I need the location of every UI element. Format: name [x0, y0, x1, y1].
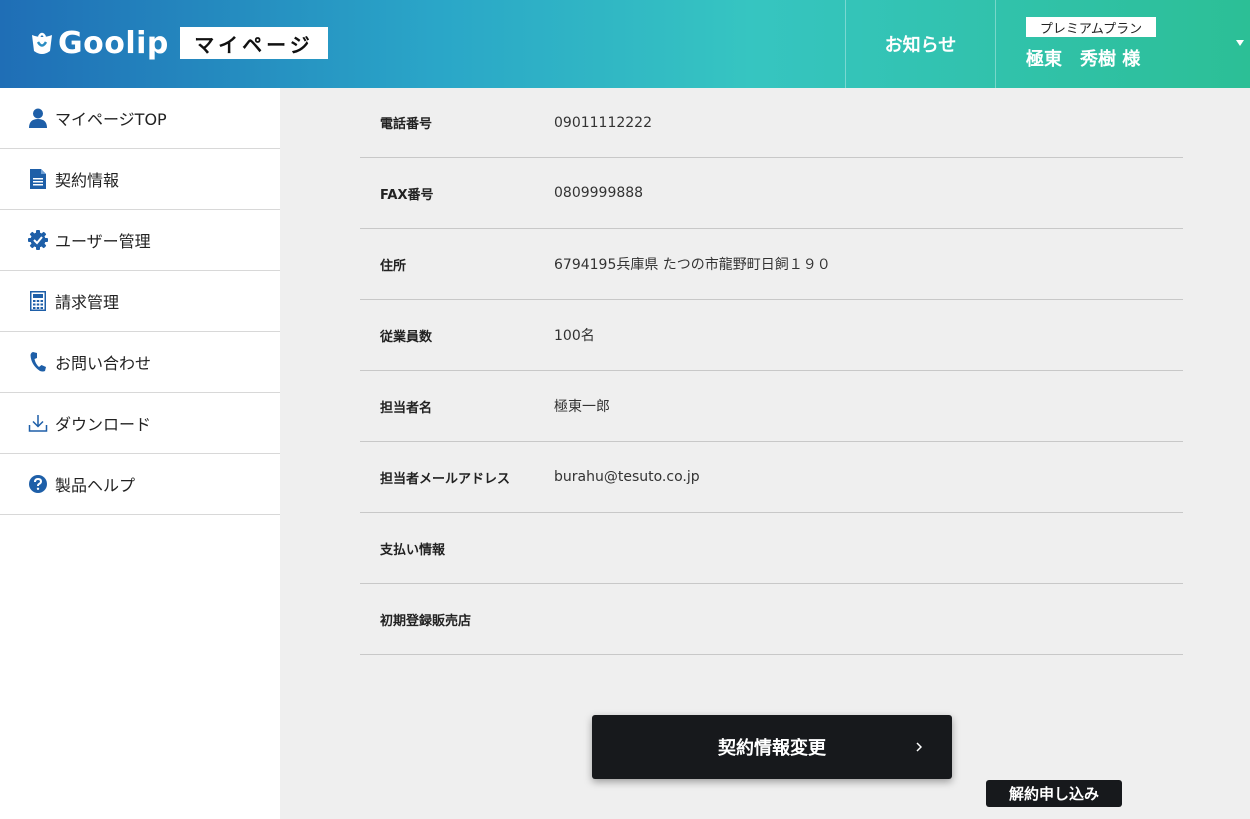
sidebar: マイページTOP 契約情報 ユーザー管理 請求管理 お問い合わせ ダウンロード …	[0, 88, 280, 819]
plan-badge: プレミアムプラン	[1026, 17, 1156, 37]
logo-text: Goolip	[58, 25, 169, 61]
user-name: 極東 秀樹 様	[1026, 49, 1141, 70]
sidebar-item-download[interactable]: ダウンロード	[0, 393, 280, 454]
change-contract-label: 契約情報変更	[718, 738, 826, 759]
row-label: FAX番号	[380, 187, 434, 203]
sidebar-item-label: お問い合わせ	[55, 354, 152, 373]
sidebar-item-label: 請求管理	[55, 293, 120, 312]
user-menu[interactable]: プレミアムプラン 極東 秀樹 様	[996, 0, 1250, 88]
sidebar-item-billing[interactable]: 請求管理	[0, 271, 280, 332]
row-value: 100名	[554, 328, 595, 344]
row-value: 0809999888	[554, 185, 644, 201]
table-row: 担当者メールアドレス burahu@tesuto.co.jp	[360, 442, 1183, 513]
change-contract-button[interactable]: 契約情報変更	[592, 715, 952, 779]
table-row: FAX番号 0809999888	[360, 158, 1183, 229]
row-value: burahu@tesuto.co.jp	[554, 469, 700, 485]
row-label: 初期登録販売店	[380, 613, 472, 629]
row-value: 09011112222	[554, 114, 652, 131]
chevron-right-icon	[916, 742, 922, 752]
sidebar-item-label: ダウンロード	[55, 415, 152, 434]
sidebar-item-help[interactable]: 製品ヘルプ	[0, 454, 280, 515]
table-row: 電話番号 09011112222	[360, 88, 1183, 158]
notice-link[interactable]: お知らせ	[845, 0, 996, 88]
row-label: 従業員数	[380, 329, 433, 345]
document-icon	[28, 169, 48, 189]
download-icon	[28, 413, 48, 433]
row-label: 支払い情報	[380, 542, 446, 558]
sidebar-item-mypage-top[interactable]: マイページTOP	[0, 88, 280, 149]
sidebar-item-contact[interactable]: お問い合わせ	[0, 332, 280, 393]
phone-icon	[28, 352, 48, 372]
sidebar-item-label: 契約情報	[55, 171, 120, 190]
chevron-down-icon[interactable]	[1236, 40, 1244, 46]
help-icon	[28, 474, 48, 494]
table-row: 担当者名 極東一郎	[360, 371, 1183, 442]
cancel-contract-button[interactable]: 解約申し込み	[986, 780, 1122, 807]
sidebar-item-user-management[interactable]: ユーザー管理	[0, 210, 280, 271]
page-title-badge: マイページ	[180, 27, 328, 59]
row-label: 担当者名	[380, 400, 433, 416]
sidebar-item-label: ユーザー管理	[55, 232, 151, 251]
row-value: 6794195兵庫県 たつの市龍野町日飼１９０	[554, 257, 831, 273]
contract-info-table: 電話番号 09011112222 FAX番号 0809999888 住所 679…	[360, 88, 1183, 655]
table-row: 住所 6794195兵庫県 たつの市龍野町日飼１９０	[360, 229, 1183, 300]
row-label: 担当者メールアドレス	[380, 471, 511, 487]
app-header: Goolip マイページ お知らせ プレミアムプラン 極東 秀樹 様	[0, 0, 1250, 88]
user-icon	[28, 108, 48, 128]
table-row: 支払い情報	[360, 513, 1183, 584]
table-row: 初期登録販売店	[360, 584, 1183, 655]
sidebar-item-label: マイページTOP	[55, 110, 167, 129]
main-content: 電話番号 09011112222 FAX番号 0809999888 住所 679…	[280, 88, 1250, 819]
row-label: 電話番号	[380, 117, 433, 132]
row-label: 住所	[380, 258, 407, 274]
logo-cup-icon	[32, 32, 52, 54]
sidebar-item-label: 製品ヘルプ	[55, 476, 136, 495]
gear-check-icon	[28, 230, 48, 250]
sidebar-item-contract[interactable]: 契約情報	[0, 149, 280, 210]
table-row: 従業員数 100名	[360, 300, 1183, 371]
logo[interactable]: Goolip	[30, 24, 169, 62]
row-value: 極東一郎	[554, 399, 610, 415]
calculator-icon	[28, 291, 48, 311]
